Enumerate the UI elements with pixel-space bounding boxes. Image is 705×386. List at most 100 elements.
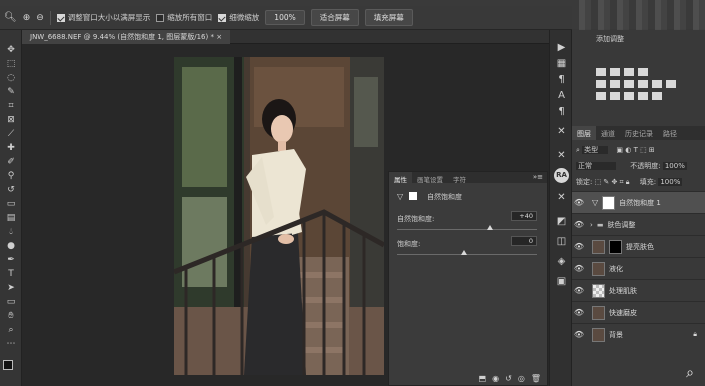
tab-character[interactable]: 字符 — [448, 172, 471, 184]
zoom-tool-icon[interactable]: 🔍︎ — [4, 12, 17, 23]
layer-row[interactable]: 👁︎ ▽ 自然饱和度 1 — [572, 191, 705, 213]
hue-saturation-icon[interactable] — [610, 80, 620, 88]
zoom-100-button[interactable]: 100% — [265, 10, 305, 25]
saturation-input[interactable]: 0 — [511, 236, 537, 246]
adjust-icon[interactable]: ▣ — [554, 274, 569, 289]
tools-cross-3-icon[interactable]: ✕ — [554, 190, 569, 205]
eyedropper-tool-icon[interactable]: ⟋ — [4, 128, 18, 140]
history-brush-icon[interactable]: ↺ — [4, 184, 18, 196]
paragraph-icon[interactable]: ¶ — [554, 72, 569, 87]
zoom-out-icon[interactable]: ⊖ — [36, 13, 44, 23]
vibrance-input[interactable]: +40 — [511, 211, 537, 221]
brush-tool-icon[interactable]: ✐ — [4, 156, 18, 168]
layer-mask-thumbnail[interactable] — [609, 239, 622, 254]
layer-row[interactable]: 👁︎ 处理肌肤 — [572, 279, 705, 301]
invert-icon[interactable] — [596, 92, 606, 100]
tab-properties[interactable]: 属性 — [389, 172, 412, 184]
brush-preset-icon[interactable]: ◩ — [554, 214, 569, 229]
panel-menu-icon[interactable]: »≡ — [533, 173, 543, 181]
curves-icon[interactable] — [624, 68, 634, 76]
document-tab[interactable]: JNW_6688.NEF @ 9.44% (自然饱和度 1, 图层蒙版/16) … — [22, 30, 231, 44]
zoom-in-icon[interactable]: ⊕ — [23, 13, 31, 23]
close-icon[interactable]: × — [216, 33, 222, 41]
gradient-tool-icon[interactable]: ▤ — [4, 212, 18, 224]
mask-icon[interactable] — [409, 192, 417, 200]
eye-icon[interactable]: 👁︎ — [572, 220, 586, 229]
quick-select-tool-icon[interactable]: ✎ — [4, 86, 18, 98]
chevron-right-icon[interactable]: › — [590, 221, 593, 229]
lasso-tool-icon[interactable]: ◌ — [4, 72, 18, 84]
layer-thumbnail[interactable] — [592, 305, 605, 320]
swatches-icon[interactable]: ▦ — [554, 56, 569, 71]
layer-row[interactable]: 👁︎ › ▬ 肤色调整 — [572, 213, 705, 235]
visibility-icon[interactable]: ◎ — [518, 374, 525, 386]
paragraph-2-icon[interactable]: ¶ — [554, 104, 569, 119]
lock-icons[interactable]: ⬚ ✎ ✥ ⌗ 🔒︎ — [595, 178, 630, 186]
path-select-icon[interactable]: ➤ — [4, 282, 18, 294]
layer-thumbnail[interactable] — [592, 261, 605, 276]
ra-button[interactable]: RA — [554, 168, 569, 183]
layer-row[interactable]: 👁︎ 背景 🔒︎ — [572, 323, 705, 345]
hand-tool-icon[interactable]: ✋︎ — [4, 310, 18, 322]
eye-icon[interactable]: 👁︎ — [572, 242, 586, 251]
fill-input[interactable]: 100% — [658, 178, 683, 186]
saturation-slider[interactable] — [397, 254, 537, 255]
delete-icon[interactable]: 🗑︎ — [531, 374, 541, 386]
layer-filter-select[interactable]: 类型 — [582, 146, 609, 154]
levels-icon[interactable] — [610, 68, 620, 76]
tab-history[interactable]: 历史记录 — [620, 126, 658, 140]
color-balance-icon[interactable] — [624, 80, 634, 88]
vibrance-slider[interactable] — [397, 229, 537, 230]
layer-row[interactable]: 👁︎ 提亮肤色 — [572, 235, 705, 257]
tab-paths[interactable]: 路径 — [658, 126, 682, 140]
tab-brush-settings[interactable]: 画笔设置 — [412, 172, 448, 184]
exposure-icon[interactable] — [638, 68, 648, 76]
vibrance-slider-handle[interactable] — [487, 225, 493, 230]
posterize-icon[interactable] — [610, 92, 620, 100]
layer-mask-thumbnail[interactable] — [602, 195, 616, 210]
character-icon[interactable]: A — [554, 88, 569, 103]
document-photo[interactable] — [174, 57, 384, 375]
eye-icon[interactable]: 👁︎ — [572, 198, 586, 207]
dodge-tool-icon[interactable]: ● — [4, 240, 18, 252]
filter-icons[interactable]: ▣ ◐ T ⬚ ⊞ — [616, 146, 654, 154]
layer-row[interactable]: 👁︎ 快速磨皮 — [572, 301, 705, 323]
view-previous-icon[interactable]: ◉ — [492, 374, 499, 386]
layer-row[interactable]: 👁︎ 液化 — [572, 257, 705, 279]
layer-thumbnail[interactable] — [592, 283, 605, 298]
tab-layers[interactable]: 图层 — [572, 126, 596, 140]
zoom-all-windows-checkbox[interactable]: 缩放所有窗口 — [156, 12, 212, 23]
reset-icon[interactable]: ↺ — [505, 374, 512, 386]
eraser-tool-icon[interactable]: ▭ — [4, 198, 18, 210]
layer-thumbnail[interactable] — [592, 239, 605, 254]
eye-icon[interactable]: 👁︎ — [572, 264, 586, 273]
eye-icon[interactable]: 👁︎ — [572, 330, 586, 339]
black-white-icon[interactable] — [638, 80, 648, 88]
resize-windows-checkbox[interactable]: 调整窗口大小以满屏显示 — [56, 12, 150, 23]
more-tools-icon[interactable]: ⋯ — [4, 338, 18, 350]
healing-tool-icon[interactable]: ✚ — [4, 142, 18, 154]
blur-tool-icon[interactable]: 💧︎ — [4, 226, 18, 238]
eye-icon[interactable]: 👁︎ — [572, 286, 586, 295]
info-icon[interactable]: ◫ — [554, 234, 569, 249]
threshold-icon[interactable] — [624, 92, 634, 100]
blend-mode-select[interactable]: 正常 — [576, 162, 616, 170]
tab-channels[interactable]: 通道 — [596, 126, 620, 140]
scrubby-zoom-checkbox[interactable]: 细微缩放 — [218, 12, 259, 23]
layer-thumbnail[interactable] — [592, 327, 605, 342]
eye-icon[interactable]: 👁︎ — [572, 308, 586, 317]
brightness-icon[interactable] — [596, 68, 606, 76]
pen-tool-icon[interactable]: ✒ — [4, 254, 18, 266]
fill-screen-button[interactable]: 填充屏幕 — [364, 9, 413, 26]
photo-filter-icon[interactable] — [652, 80, 662, 88]
tools-cross-icon[interactable]: ✕ — [554, 124, 569, 139]
opacity-input[interactable]: 100% — [662, 162, 687, 170]
clip-to-layer-icon[interactable]: ⬒ — [479, 374, 487, 386]
zoom-tool-icon[interactable]: ⌕ — [4, 324, 18, 336]
foreground-color-swatch[interactable] — [3, 360, 13, 370]
fit-screen-button[interactable]: 适合屏幕 — [310, 9, 359, 26]
frame-tool-icon[interactable]: ⊠ — [4, 114, 18, 126]
play-icon[interactable]: ▶ — [554, 40, 569, 55]
tools-cross-2-icon[interactable]: ✕ — [554, 148, 569, 163]
shape-tool-icon[interactable]: ▭ — [4, 296, 18, 308]
